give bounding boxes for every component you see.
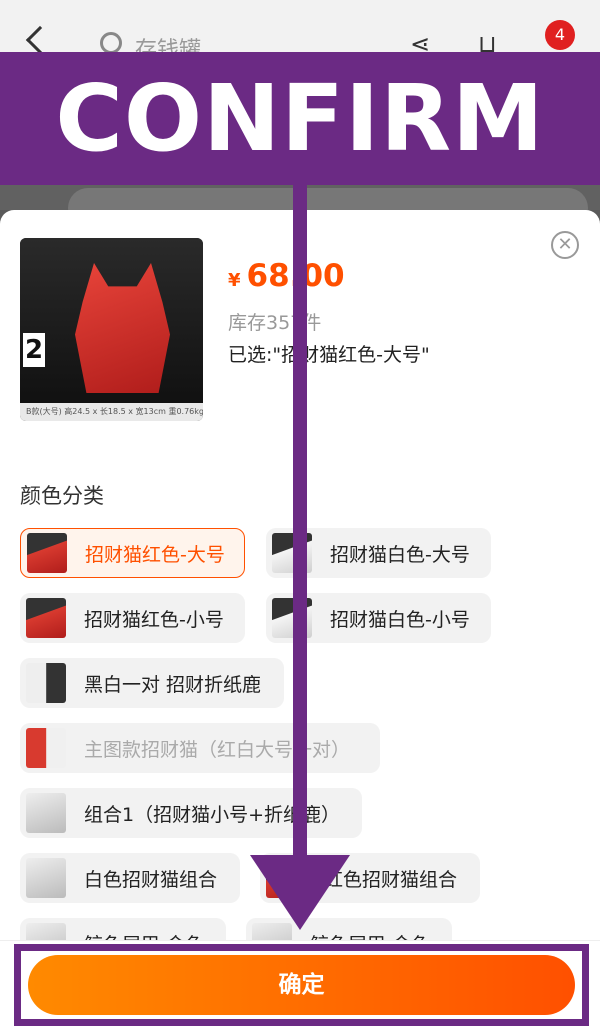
sku-option-label: 招财猫白色-大号 [330,543,470,566]
sku-option[interactable]: 组合1（招财猫小号+折纸鹿） [20,788,362,838]
product-image-caption: B款(大号) 高24.5 x 长18.5 x 宽13cm 重0.76kg [20,403,203,421]
close-icon[interactable]: ✕ [551,231,579,259]
selected-option-text: 已选:"招财猫红色-大号" [228,344,430,366]
annotation-arrow-shaft [293,185,307,875]
stock-text: 库存357件 [228,312,322,334]
sku-thumbnail [26,663,66,703]
sku-thumbnail [27,533,67,573]
product-image-number: 2 [23,333,45,367]
sku-option[interactable]: 黑白一对 招财折纸鹿 [20,658,284,708]
sku-thumbnail [26,793,66,833]
currency-symbol: ¥ [228,270,241,291]
sku-thumbnail [26,598,66,638]
sku-option-label: 招财猫红色-小号 [84,608,224,631]
sku-thumbnail [26,858,66,898]
back-icon[interactable] [25,25,55,55]
sku-section-title: 颜色分类 [20,484,104,508]
sku-option-label: 主图款招财猫（红白大号一对） [84,738,351,761]
sku-option-label: 黑白一对 招财折纸鹿 [84,673,262,696]
sku-option-label: 白色招财猫组合 [84,868,218,891]
search-icon [100,32,122,54]
price: ¥68.00 [228,258,345,294]
annotation-highlight-frame [14,944,589,1026]
product-image: 2 B款(大号) 高24.5 x 长18.5 x 宽13cm 重0.76kg [20,238,203,421]
cart-badge: 4 [545,20,575,50]
sku-option-disabled[interactable]: 主图款招财猫（红白大号一对） [20,723,380,773]
annotation-arrow-head-icon [250,855,350,930]
sku-option[interactable]: 招财猫红色-大号 [20,528,245,578]
sku-option-label: 招财猫红色-大号 [85,543,225,566]
annotation-banner-text: CONFIRM [55,65,545,172]
sku-option-label: 招财猫白色-小号 [330,608,470,631]
sku-thumbnail [26,728,66,768]
sku-option[interactable]: 招财猫红色-小号 [20,593,245,643]
sku-option[interactable]: 白色招财猫组合 [20,853,240,903]
